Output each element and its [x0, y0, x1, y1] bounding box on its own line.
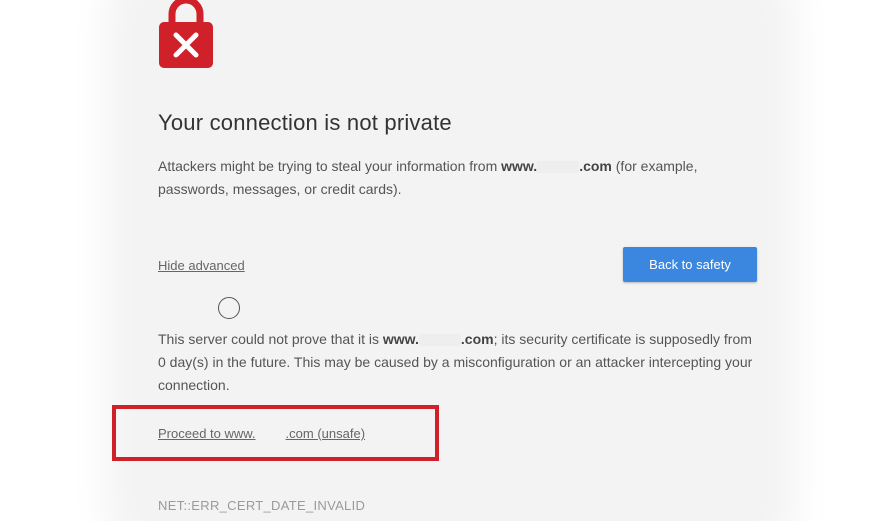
back-to-safety-button[interactable]: Back to safety — [623, 247, 757, 282]
cursor-ring-icon — [218, 297, 240, 319]
error-code: NET::ERR_CERT_DATE_INVALID — [158, 498, 366, 513]
details-text: This server could not prove that it is — [158, 331, 383, 347]
intro-text: Attackers might be trying to steal your … — [158, 158, 502, 174]
hide-advanced-link[interactable]: Hide advanced — [158, 258, 245, 273]
intro-text-end: (for example, — [611, 158, 698, 174]
redacted-domain — [418, 334, 461, 347]
intro-domain-prefix: www. — [501, 158, 538, 174]
redacted-domain — [537, 161, 580, 174]
intro-text-line2: passwords, messages, or credit cards). — [158, 181, 402, 197]
details-domain-suffix: .com — [460, 331, 494, 347]
proceed-prefix: Proceed to www. — [158, 426, 256, 441]
details-paragraph: This server could not prove that it is w… — [158, 328, 758, 397]
intro-domain-suffix: .com — [579, 158, 612, 174]
lock-error-icon — [157, 0, 215, 70]
proceed-unsafe-link[interactable]: Proceed to www. .com (unsafe) — [158, 426, 365, 441]
details-domain-prefix: www. — [382, 331, 419, 347]
proceed-suffix: .com (unsafe) — [285, 426, 366, 441]
page-title: Your connection is not private — [158, 110, 452, 135]
intro-paragraph: Attackers might be trying to steal your … — [158, 155, 758, 201]
